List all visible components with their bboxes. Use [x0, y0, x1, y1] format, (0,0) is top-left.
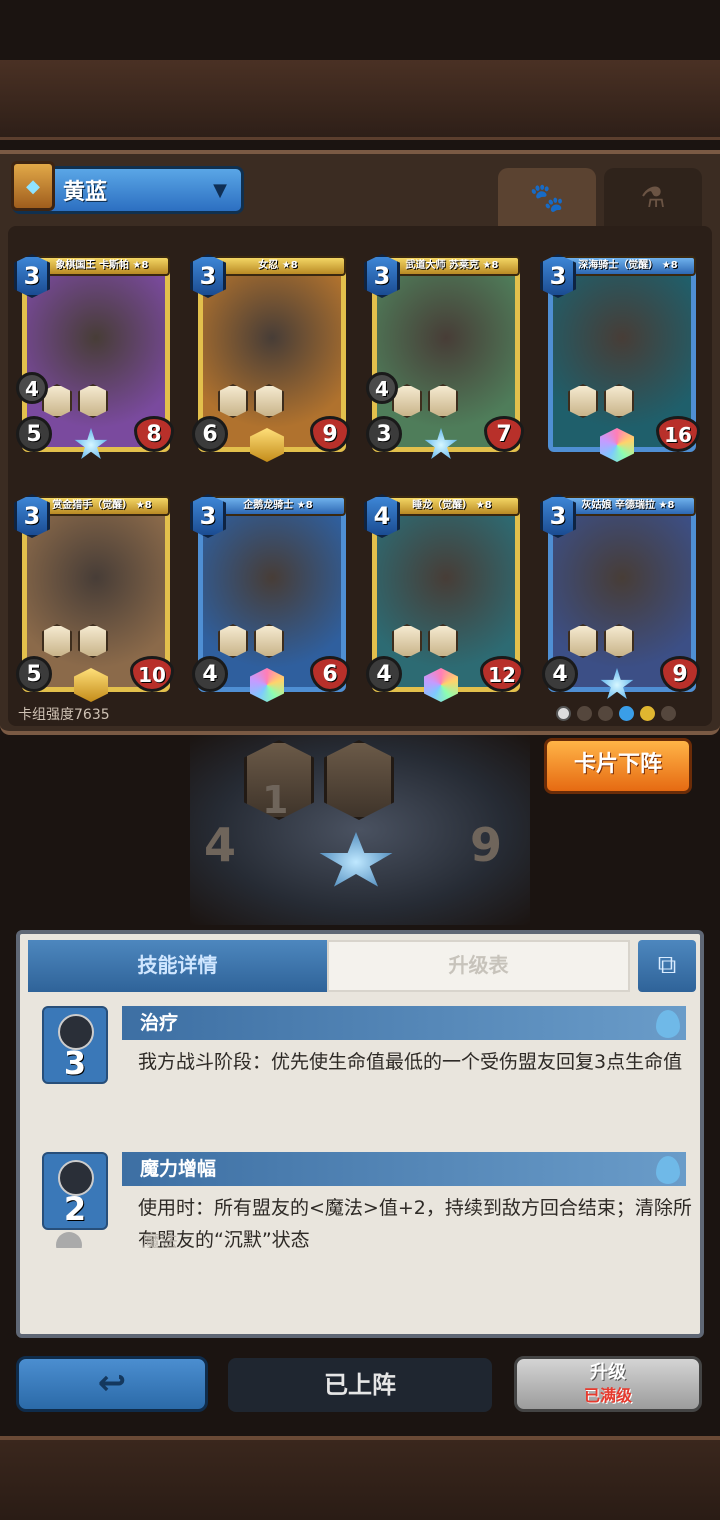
preview-hp: 9 — [470, 818, 503, 872]
back-button[interactable]: ↩ — [16, 1356, 208, 1412]
card-cost: 3 — [190, 494, 226, 538]
skill-description: 我方战斗阶段：优先使生命值最低的一个受伤盟友回复3点生命值 — [138, 1051, 683, 1073]
upgrade-button[interactable]: 升级 已满级 — [514, 1356, 702, 1412]
maxed-label: 已满级 — [583, 1386, 632, 1405]
filter-fire-icon[interactable] — [661, 706, 676, 721]
top-banner — [0, 60, 720, 140]
heal-cross-icon — [58, 1014, 94, 1050]
card-title: 深海骑士（觉醒） ★8 — [560, 256, 696, 276]
filter-earth-icon[interactable] — [598, 706, 613, 721]
card-skill-badges — [218, 384, 284, 418]
card[interactable]: 武道大师 苏莱克 ★8 3 4 3 7 — [364, 254, 524, 464]
skill-name: 魔力增幅 — [122, 1152, 686, 1186]
card[interactable]: 企鹅龙骑士 ★8 3 4 6 — [190, 494, 350, 704]
preview-badge-number: 1 — [262, 778, 289, 822]
card-title: 女忍 ★8 — [210, 256, 346, 276]
detail-tabs: 技能详情 升级表 — [28, 940, 630, 992]
skill-badge-icon — [604, 624, 634, 658]
deck-selector[interactable]: ◆ 黄蓝 ▼ — [11, 161, 244, 214]
skill-badge-icon — [568, 384, 598, 418]
deck-book-icon: ◆ — [11, 161, 55, 211]
bottom-banner — [0, 1436, 720, 1520]
card-attack: 6 — [192, 416, 228, 452]
water-drop-icon — [656, 1156, 680, 1184]
card-attack: 3 — [366, 416, 402, 452]
skill-badge-icon — [42, 624, 72, 658]
card-title: 睡龙（觉醒） ★8 — [384, 496, 520, 516]
card-speed: 4 — [366, 372, 398, 404]
card-attack: 4 — [192, 656, 228, 692]
card[interactable]: 深海骑士（觉醒） ★8 3 16 — [540, 254, 700, 464]
tab-potion-icon[interactable]: ⚗ — [604, 168, 702, 226]
filter-gold-icon[interactable] — [640, 706, 655, 721]
skill-badge-icon — [218, 384, 248, 418]
skill-item-partial: 魔法 — [42, 1228, 686, 1248]
card-cost: 3 — [540, 494, 576, 538]
skill-badge-icon — [392, 624, 422, 658]
chevron-down-icon: ▼ — [213, 179, 227, 201]
card-skill-badges — [568, 384, 634, 418]
card-skill-badges — [218, 624, 284, 658]
card-speed: 4 — [16, 372, 48, 404]
tab-skill-details[interactable]: 技能详情 — [28, 940, 327, 992]
card-skill-badges — [42, 624, 108, 658]
skill-level-icon: 3 — [42, 1006, 108, 1084]
card-cost: 4 — [364, 494, 400, 538]
element-filter[interactable] — [556, 706, 676, 721]
card-attack: 5 — [16, 416, 52, 452]
skill-level-icon: 2 — [42, 1152, 108, 1230]
filter-water-icon[interactable] — [619, 706, 634, 721]
skill-badge-icon — [254, 384, 284, 418]
skill-badge-icon — [428, 624, 458, 658]
card-cost: 3 — [364, 254, 400, 298]
tab-paw-icon[interactable]: 🐾 — [498, 168, 596, 226]
skill-name: 治疗 — [122, 1006, 686, 1040]
card-skill-badges — [568, 624, 634, 658]
preview-attack: 4 — [204, 818, 237, 872]
card[interactable]: 女忍 ★8 3 6 9 — [190, 254, 350, 464]
card[interactable]: 赏金猎手（觉醒） ★8 3 5 10 — [14, 494, 174, 704]
skill-detail-panel: 技能详情 升级表 ⧉ 3 治疗 我方战斗阶段：优先使生命值最低的一个受伤盟友回复… — [16, 930, 704, 1338]
deployed-button[interactable]: 已上阵 — [228, 1358, 492, 1412]
card-title: 赏金猎手（觉醒） ★8 — [34, 496, 170, 516]
skill-badge-icon — [604, 384, 634, 418]
deck-name: 黄蓝 — [63, 180, 108, 205]
deck-power: 卡组强度7635 — [18, 707, 110, 723]
tab-upgrade-table[interactable]: 升级表 — [327, 940, 630, 992]
skill-badge-icon — [428, 384, 458, 418]
unequip-card-button[interactable]: 卡片下阵 — [544, 738, 692, 794]
card-title: 灰姑娘 辛德瑞拉 ★8 — [560, 496, 696, 516]
card-title: 武道大师 苏莱克 ★8 — [384, 256, 520, 276]
upgrade-arrow-icon — [58, 1160, 94, 1196]
skill-badge-icon — [78, 624, 108, 658]
card-cost: 3 — [14, 494, 50, 538]
card-cost: 3 — [540, 254, 576, 298]
card-cost: 3 — [190, 254, 226, 298]
card-cost: 3 — [14, 254, 50, 298]
card-skill-badges — [392, 624, 458, 658]
card-attack: 4 — [542, 656, 578, 692]
skill-badge-icon — [254, 624, 284, 658]
skill-name-text: 魔力增幅 — [140, 1158, 217, 1180]
card-title: 企鹅龙骑士 ★8 — [210, 496, 346, 516]
card[interactable]: 象棋国王 卡斯帕 ★8 3 4 5 8 — [14, 254, 174, 464]
filter-dark-icon[interactable] — [577, 706, 592, 721]
card[interactable]: 灰姑娘 辛德瑞拉 ★8 3 4 9 — [540, 494, 700, 704]
skill-badge-icon — [568, 624, 598, 658]
card-title: 象棋国王 卡斯帕 ★8 — [34, 256, 170, 276]
card[interactable]: 睡龙（觉醒） ★8 4 4 12 — [364, 494, 524, 704]
card-attack: 4 — [366, 656, 402, 692]
card-skill-badges — [392, 384, 458, 418]
external-link-icon[interactable]: ⧉ — [638, 940, 696, 992]
water-drop-icon — [656, 1010, 680, 1038]
card-attack: 5 — [16, 656, 52, 692]
upgrade-label: 升级 — [590, 1362, 626, 1383]
skill-badge-icon — [78, 384, 108, 418]
skill-badge-icon — [218, 624, 248, 658]
card-skill-badges — [42, 384, 108, 418]
filter-all-icon[interactable] — [556, 706, 571, 721]
skill-name-text: 治疗 — [140, 1012, 179, 1034]
